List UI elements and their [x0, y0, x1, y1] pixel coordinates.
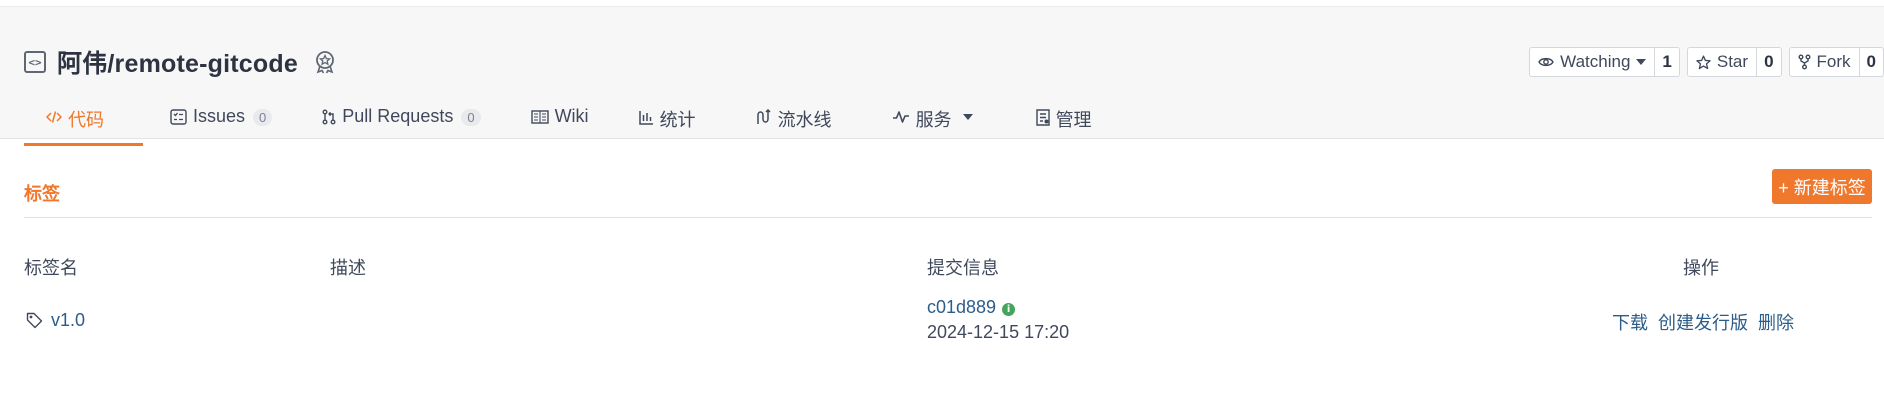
watch-count[interactable]: 1 — [1655, 48, 1678, 76]
tab-pull-requests[interactable]: Pull Requests 0 — [322, 100, 481, 145]
tag-name-link[interactable]: v1.0 — [51, 310, 85, 331]
tab-label: Wiki — [554, 106, 589, 126]
tab-stats[interactable]: 统计 — [638, 100, 696, 145]
tab-label: 代码 — [68, 110, 104, 130]
tab-label: Issues — [193, 106, 246, 126]
repo-header: <> 阿伟/remote-gitcode Watching 1 Star 0 F… — [0, 7, 1884, 146]
header-operations: 操作 — [1683, 258, 1719, 278]
header-description: 描述 — [330, 258, 366, 278]
watch-group: Watching 1 — [1529, 47, 1680, 77]
tab-wiki[interactable]: Wiki — [530, 100, 589, 145]
tab-label: 管理 — [1055, 110, 1092, 130]
fork-group: Fork 0 — [1788, 47, 1884, 77]
tab-label: 流水线 — [777, 110, 832, 130]
tab-count-badge: 0 — [461, 109, 481, 126]
tag-name-cell: v1.0 — [26, 310, 85, 331]
star-icon — [1696, 54, 1711, 69]
fork-button[interactable]: Fork — [1790, 48, 1860, 76]
tab-services[interactable]: 服务 — [892, 100, 974, 145]
eye-icon — [1538, 57, 1554, 67]
tab-code[interactable]: 代码 — [24, 100, 143, 146]
fork-count[interactable]: 0 — [1860, 48, 1883, 76]
code-repo-icon: <> — [24, 51, 46, 73]
star-label: Star — [1716, 52, 1749, 71]
repo-title[interactable]: 阿伟/remote-gitcode — [57, 44, 298, 80]
new-tag-button[interactable]: + 新建标签 — [1772, 169, 1872, 204]
tag-icon — [26, 312, 43, 329]
repo-title-bar: <> 阿伟/remote-gitcode — [24, 44, 336, 80]
repo-tabs: 代码 Issues 0 Pull Requests 0 Wiki 统计 流水线 … — [24, 100, 1092, 146]
manage-icon — [1035, 106, 1050, 128]
award-badge-icon[interactable] — [314, 50, 336, 74]
code-icon — [46, 106, 62, 128]
book-icon — [530, 106, 549, 128]
create-release-link[interactable]: 创建发行版 — [1658, 309, 1748, 335]
repo-actions: Watching 1 Star 0 Fork 0 — [1529, 47, 1884, 77]
fork-label: Fork — [1816, 52, 1851, 71]
bar-chart-icon — [638, 106, 654, 128]
download-link[interactable]: 下载 — [1612, 309, 1648, 335]
header-tag-name: 标签名 — [24, 258, 78, 278]
top-strip — [0, 0, 1884, 7]
tab-label: Pull Requests — [342, 106, 454, 126]
issues-icon — [170, 106, 187, 128]
chevron-down-icon — [1636, 59, 1647, 65]
watch-label: Watching — [1560, 52, 1631, 71]
section-title: 标签 — [24, 184, 60, 204]
watch-button[interactable]: Watching — [1530, 48, 1656, 76]
header-commit-info: 提交信息 — [927, 258, 999, 278]
row-actions: 下载 创建发行版 删除 — [1612, 309, 1794, 335]
tab-label: 统计 — [659, 110, 696, 130]
tab-count-badge: 0 — [253, 109, 273, 126]
star-count[interactable]: 0 — [1757, 48, 1780, 76]
tab-issues[interactable]: Issues 0 — [170, 100, 273, 145]
commit-sha-link[interactable]: c01d889 — [927, 297, 996, 317]
star-group: Star 0 — [1686, 47, 1782, 77]
info-icon[interactable]: i — [1002, 303, 1016, 316]
star-button[interactable]: Star — [1688, 48, 1758, 76]
commit-date: 2024-12-15 17:20 — [927, 322, 1070, 342]
commit-cell: c01d889 i — [927, 297, 1016, 318]
pull-request-icon — [322, 106, 336, 128]
pipeline-icon — [756, 106, 772, 128]
fork-icon — [1798, 54, 1811, 70]
delete-link[interactable]: 删除 — [1758, 309, 1794, 335]
tab-pipeline[interactable]: 流水线 — [756, 100, 832, 145]
activity-icon — [892, 106, 910, 128]
tab-label: 服务 — [915, 110, 952, 130]
chevron-down-icon — [962, 106, 974, 128]
section-divider — [24, 217, 1872, 218]
tab-manage[interactable]: 管理 — [1035, 100, 1092, 145]
